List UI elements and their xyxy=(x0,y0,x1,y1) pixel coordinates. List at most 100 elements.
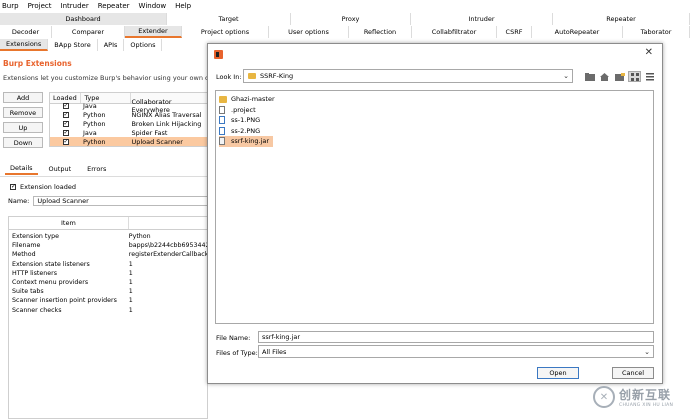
row-name: Broken Link Hijacking xyxy=(131,119,202,128)
file-name: ssrf-king.jar xyxy=(231,137,270,146)
row-name: NGINX Alias Traversal xyxy=(131,110,202,119)
tab-target[interactable]: Target xyxy=(167,13,291,25)
props-header: Item xyxy=(9,217,207,230)
file-item-selected[interactable]: ssrf-king.jar xyxy=(219,136,274,147)
watermark-text: 创新互联 xyxy=(619,388,672,402)
table-row[interactable]: Java Collaborator Everywhere xyxy=(50,98,209,114)
menu-project[interactable]: Project xyxy=(28,2,52,10)
look-in-select[interactable]: SSRF-King ⌄ xyxy=(243,69,573,83)
file-name-label: File Name: xyxy=(216,334,251,342)
tab-details[interactable]: Details xyxy=(5,163,38,175)
property-row: Extension type Python xyxy=(12,233,151,241)
tab-repeater[interactable]: Repeater xyxy=(553,13,690,25)
tab-dashboard[interactable]: Dashboard xyxy=(0,13,167,25)
image-file-icon xyxy=(219,126,225,135)
loaded-checkbox[interactable] xyxy=(62,101,69,110)
tab-reflection[interactable]: Reflection xyxy=(349,26,412,38)
menu-burp[interactable]: Burp xyxy=(2,2,19,10)
watermark-subtext: CHUANG XIN HU LIAN xyxy=(619,403,674,408)
menu-window[interactable]: Window xyxy=(139,2,167,10)
table-row[interactable]: Java Spider Fast xyxy=(50,128,209,137)
property-row: Suite tabs 1 xyxy=(12,288,133,296)
menu-intruder[interactable]: Intruder xyxy=(61,2,89,10)
list-view-icon[interactable] xyxy=(628,71,641,82)
subtab-bapp-store[interactable]: BApp Store xyxy=(48,39,98,51)
subtab-options[interactable]: Options xyxy=(124,39,163,51)
file-name: ss-2.PNG xyxy=(231,126,261,135)
tab-output[interactable]: Output xyxy=(44,163,77,175)
column-value[interactable] xyxy=(129,217,207,229)
tab-csrf[interactable]: CSRF xyxy=(497,26,532,38)
tab-comparer[interactable]: Comparer xyxy=(52,26,125,38)
tab-taborator[interactable]: Taborator xyxy=(623,26,690,38)
section-title: Burp Extensions xyxy=(3,59,72,68)
table-row[interactable]: Python Broken Link Hijacking xyxy=(50,119,209,128)
tab-user-options[interactable]: User options xyxy=(269,26,349,38)
name-field[interactable]: Upload Scanner xyxy=(33,196,209,206)
row-type: Python xyxy=(83,137,106,146)
details-view-icon[interactable] xyxy=(643,71,656,82)
loaded-checkbox[interactable] xyxy=(62,128,69,137)
tab-extender[interactable]: Extender xyxy=(125,26,182,38)
main-tabs-row1: Dashboard Target Proxy Intruder Repeater xyxy=(0,13,690,25)
extender-subtabs: Extensions BApp Store APIs Options xyxy=(0,39,163,51)
remove-button[interactable]: Remove xyxy=(3,107,43,118)
file-type-select[interactable]: All Files ⌄ xyxy=(258,345,654,358)
open-file-dialog: ✕ Look In: SSRF-King ⌄ Ghazi-master .pro… xyxy=(207,43,663,384)
file-name-field[interactable]: ssrf-king.jar xyxy=(258,331,654,343)
row-type: Python xyxy=(83,119,106,128)
jar-file-icon xyxy=(219,137,225,146)
file-item[interactable]: Ghazi-master xyxy=(219,94,279,105)
extension-loaded-checkbox[interactable] xyxy=(10,182,16,191)
cancel-button[interactable]: Cancel xyxy=(612,367,654,379)
file-list: Ghazi-master .project ss-1.PNG ss-2.PNG … xyxy=(215,90,654,324)
dialog-toolbar xyxy=(583,71,658,82)
row-type: Java xyxy=(83,128,97,137)
subtab-apis[interactable]: APIs xyxy=(98,39,125,51)
subtab-extensions[interactable]: Extensions xyxy=(0,39,49,51)
menu-help[interactable]: Help xyxy=(175,2,191,10)
tab-decoder[interactable]: Decoder xyxy=(0,26,52,38)
menu-repeater[interactable]: Repeater xyxy=(98,2,130,10)
close-icon[interactable]: ✕ xyxy=(645,47,653,58)
loaded-checkbox[interactable] xyxy=(62,110,69,119)
look-in-value: SSRF-King xyxy=(260,72,294,80)
chevron-down-icon: ⌄ xyxy=(644,348,650,356)
tab-proxy[interactable]: Proxy xyxy=(291,13,411,25)
down-button[interactable]: Down xyxy=(3,137,43,148)
watermark: ✕ 创新互联 CHUANG XIN HU LIAN xyxy=(593,386,673,408)
property-row: Method registerExtenderCallbacks xyxy=(12,251,207,259)
up-folder-icon[interactable] xyxy=(583,71,596,82)
burp-app-icon xyxy=(214,50,223,59)
loaded-checkbox[interactable] xyxy=(62,137,69,146)
file-item[interactable]: ss-1.PNG xyxy=(219,115,264,126)
row-type: Java xyxy=(83,101,97,110)
property-row: Filename bapps\b2244cbb6953442c xyxy=(12,242,207,250)
add-button[interactable]: Add xyxy=(3,92,43,103)
loaded-checkbox[interactable] xyxy=(62,119,69,128)
row-name: Spider Fast xyxy=(131,128,168,137)
tab-project-options[interactable]: Project options xyxy=(182,26,269,38)
new-folder-icon[interactable] xyxy=(613,71,626,82)
open-button[interactable]: Open xyxy=(537,367,579,379)
extension-loaded-label: Extension loaded xyxy=(20,183,76,191)
table-row-selected[interactable]: Python Upload Scanner xyxy=(50,137,209,146)
property-row: Extension state listeners 1 xyxy=(12,260,133,268)
property-row: Context menu providers 1 xyxy=(12,279,133,287)
tab-errors[interactable]: Errors xyxy=(82,163,111,175)
details-properties-table: Item Extension type Python Filename bapps\… xyxy=(8,216,208,419)
row-type: Python xyxy=(83,110,106,119)
home-icon[interactable] xyxy=(598,71,611,82)
tab-intruder[interactable]: Intruder xyxy=(411,13,553,25)
up-button[interactable]: Up xyxy=(3,122,43,133)
file-item[interactable]: ss-2.PNG xyxy=(219,126,264,137)
folder-icon xyxy=(219,95,227,103)
file-item[interactable]: .project xyxy=(219,105,260,116)
column-item[interactable]: Item xyxy=(9,217,129,229)
tab-collabfiltrator[interactable]: Collabfiltrator xyxy=(412,26,497,38)
main-tabs-row2: Decoder Comparer Extender Project option… xyxy=(0,26,690,38)
table-row[interactable]: Python NGINX Alias Traversal xyxy=(50,110,209,119)
detail-tabs: Details Output Errors xyxy=(5,163,117,175)
property-row: Scanner checks 1 xyxy=(12,306,133,314)
tab-autorepeater[interactable]: AutoRepeater xyxy=(532,26,623,38)
